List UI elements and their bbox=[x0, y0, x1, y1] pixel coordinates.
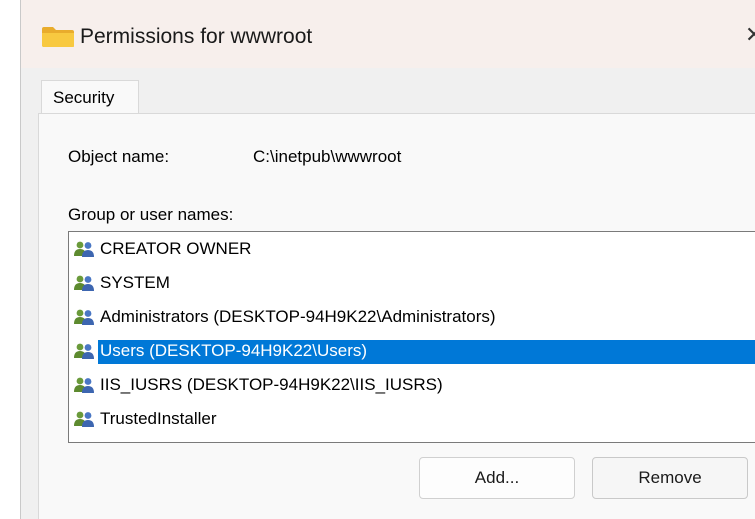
object-name-value: C:\inetpub\wwwroot bbox=[253, 147, 402, 166]
security-panel: Object name: C:\inetpub\wwwroot Group or… bbox=[38, 113, 755, 519]
window-title: Permissions for wwwroot bbox=[80, 25, 313, 48]
users-icon bbox=[73, 240, 97, 258]
users-icon bbox=[73, 274, 97, 292]
users-icon bbox=[73, 308, 97, 326]
users-icon bbox=[73, 376, 97, 394]
list-item-label: CREATOR OWNER bbox=[100, 239, 252, 258]
list-item-label: Administrators (DESKTOP-94H9K22\Administ… bbox=[100, 307, 496, 326]
tab-security-label: Security bbox=[53, 88, 115, 107]
list-item-label: TrustedInstaller bbox=[100, 409, 217, 428]
object-name-label: Object name: bbox=[68, 147, 170, 166]
list-item-label: IIS_IUSRS (DESKTOP-94H9K22\IIS_IUSRS) bbox=[100, 375, 443, 394]
list-item-label: Users (DESKTOP-94H9K22\Users) bbox=[98, 341, 370, 361]
list-item[interactable]: TrustedInstaller bbox=[73, 406, 755, 432]
remove-button[interactable]: Remove bbox=[592, 457, 748, 499]
list-item[interactable]: SYSTEM bbox=[73, 270, 755, 296]
list-item[interactable]: IIS_IUSRS (DESKTOP-94H9K22\IIS_IUSRS) bbox=[73, 372, 755, 398]
close-icon[interactable]: ✕ bbox=[745, 24, 755, 46]
list-item[interactable]: Users (DESKTOP-94H9K22\Users) bbox=[73, 338, 755, 364]
list-item-label: SYSTEM bbox=[100, 273, 170, 292]
permissions-dialog: Permissions for wwwroot ✕ Security Objec… bbox=[21, 0, 755, 519]
background-window-edge bbox=[0, 0, 20, 519]
users-icon bbox=[73, 410, 97, 428]
title-bar[interactable]: Permissions for wwwroot ✕ bbox=[21, 0, 755, 68]
users-icon bbox=[73, 342, 97, 360]
list-item[interactable]: CREATOR OWNER bbox=[73, 236, 755, 262]
folder-icon bbox=[42, 27, 74, 47]
tab-security[interactable]: Security bbox=[41, 80, 139, 114]
group-user-list[interactable]: CREATOR OWNER SYSTEM Administrators (DESKT… bbox=[68, 231, 755, 443]
list-item[interactable]: Administrators (DESKTOP-94H9K22\Administ… bbox=[73, 304, 755, 330]
group-names-label: Group or user names: bbox=[68, 205, 234, 224]
tab-strip: Security bbox=[21, 68, 755, 114]
add-button[interactable]: Add... bbox=[419, 457, 575, 499]
